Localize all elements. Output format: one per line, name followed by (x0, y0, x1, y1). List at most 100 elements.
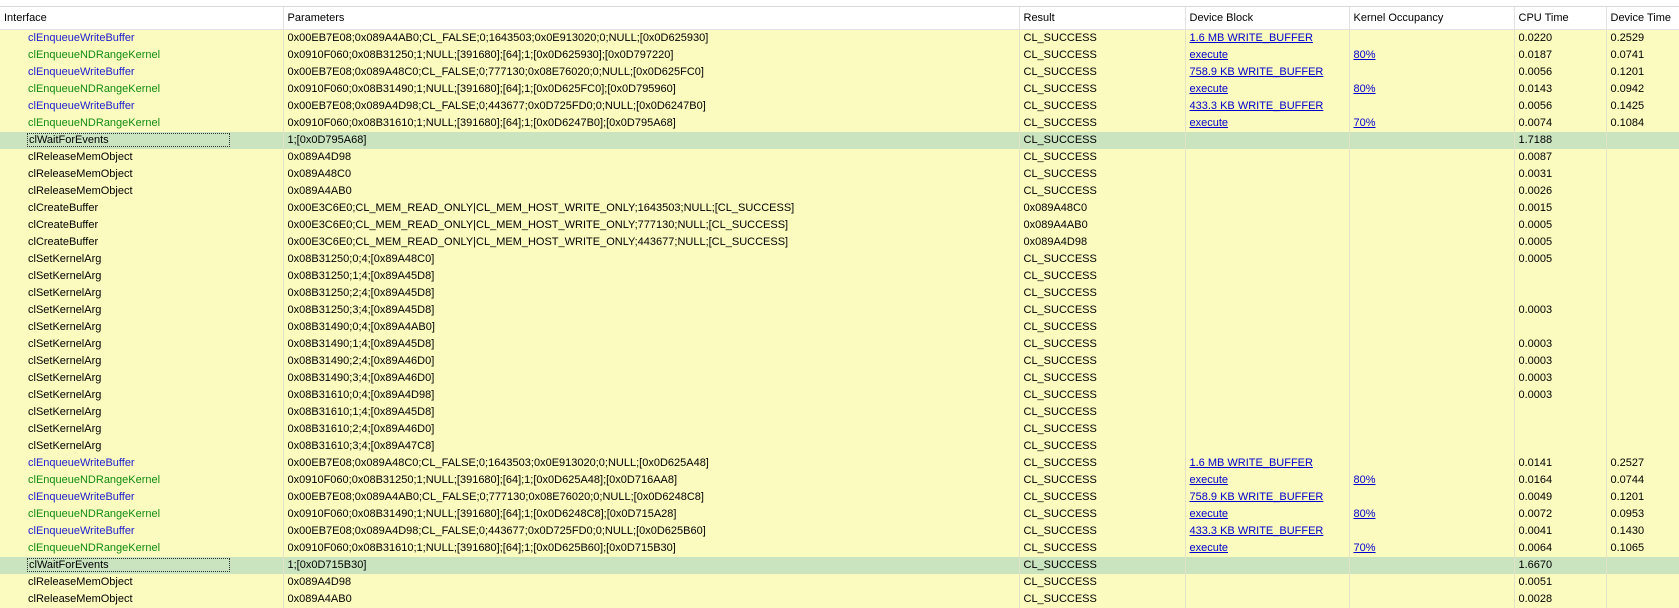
cell-device-time: 0.1084 (1606, 115, 1679, 132)
cell-kernel-occupancy: 80% (1349, 506, 1514, 523)
header-parameters[interactable]: Parameters (283, 7, 1019, 30)
table-row[interactable]: clEnqueueNDRangeKernel0x0910F060;0x08B31… (0, 540, 1679, 557)
table-row[interactable]: clCreateBuffer0x00E3C6E0;CL_MEM_READ_ONL… (0, 234, 1679, 251)
device-block-link[interactable]: execute (1190, 542, 1229, 554)
device-block-link[interactable]: execute (1190, 83, 1229, 95)
table-row[interactable]: clEnqueueWriteBuffer0x00EB7E08;0x089A48C… (0, 455, 1679, 472)
device-block-link[interactable]: 1.6 MB WRITE_BUFFER (1190, 457, 1313, 469)
device-block-link[interactable]: 1.6 MB WRITE_BUFFER (1190, 32, 1313, 44)
table-row[interactable]: clEnqueueNDRangeKernel0x0910F060;0x08B31… (0, 81, 1679, 98)
table-row[interactable]: clEnqueueNDRangeKernel 0x0910F060;0x08B31… (0, 115, 1679, 132)
cell-device-time: 0.0942 (1606, 81, 1679, 98)
cell-kernel-occupancy (1349, 404, 1514, 421)
table-row[interactable]: clReleaseMemObject0x089A4AB0CL_SUCCESS0.… (0, 183, 1679, 200)
cell-parameters: 0x08B31490;0;4;[0x89A4AB0] (283, 319, 1019, 336)
cell-device-time (1606, 166, 1679, 183)
cell-interface: clReleaseMemObject (0, 166, 283, 183)
table-row[interactable]: clReleaseMemObject0x089A4AB0CL_SUCCESS0.… (0, 591, 1679, 608)
table-row[interactable]: clReleaseMemObject0x089A48C0CL_SUCCESS0.… (0, 166, 1679, 183)
device-block-link[interactable]: execute (1190, 49, 1229, 61)
table-row[interactable]: clEnqueueNDRangeKernel0x0910F060;0x08B31… (0, 472, 1679, 489)
cell-device-time (1606, 149, 1679, 166)
cell-parameters: 0x00EB7E08;0x089A4AB0;CL_FALSE;0;777130;… (283, 489, 1019, 506)
table-row[interactable]: clSetKernelArg0x08B31250;2;4;[0x89A45D8]… (0, 285, 1679, 302)
cell-device-block (1185, 404, 1349, 421)
table-row[interactable]: clSetKernelArg0x08B31610;1;4;[0x89A45D8]… (0, 404, 1679, 421)
interface-name: clWaitForEvents (28, 559, 229, 571)
kernel-occupancy-link[interactable]: 80% (1354, 49, 1376, 61)
device-block-link[interactable]: execute (1190, 508, 1229, 520)
kernel-occupancy-link[interactable]: 70% (1354, 542, 1376, 554)
cell-device-time (1606, 404, 1679, 421)
device-block-link[interactable]: execute (1190, 117, 1229, 129)
table-row[interactable]: clSetKernelArg0x08B31490;1;4;[0x89A45D8]… (0, 336, 1679, 353)
kernel-occupancy-link[interactable]: 80% (1354, 83, 1376, 95)
cell-cpu-time: 0.0003 (1514, 387, 1606, 404)
device-block-link[interactable]: 758.9 KB WRITE_BUFFER (1190, 491, 1324, 503)
kernel-occupancy-link[interactable]: 80% (1354, 474, 1376, 486)
table-row[interactable]: clCreateBuffer0x00E3C6E0;CL_MEM_READ_ONL… (0, 200, 1679, 217)
cell-cpu-time (1514, 285, 1606, 302)
table-row[interactable]: clSetKernelArg0x08B31610;0;4;[0x89A4D98]… (0, 387, 1679, 404)
interface-name: clEnqueueNDRangeKernel (28, 83, 160, 95)
cell-result: CL_SUCCESS (1019, 268, 1185, 285)
kernel-occupancy-link[interactable]: 70% (1354, 117, 1376, 129)
interface-name: clEnqueueNDRangeKernel (28, 117, 160, 129)
cell-parameters: 0x0910F060;0x08B31610;1;NULL;[391680];[6… (283, 115, 1019, 132)
interface-name: clReleaseMemObject (28, 168, 133, 180)
cell-kernel-occupancy (1349, 234, 1514, 251)
table-row[interactable]: clSetKernelArg0x08B31490;2;4;[0x89A46D0]… (0, 353, 1679, 370)
cell-device-block (1185, 149, 1349, 166)
cell-cpu-time: 1.7188 (1514, 132, 1606, 149)
cell-device-time (1606, 387, 1679, 404)
table-row[interactable]: clSetKernelArg0x08B31250;1;4;[0x89A45D8]… (0, 268, 1679, 285)
table-row[interactable]: clEnqueueNDRangeKernel0x0910F060;0x08B31… (0, 506, 1679, 523)
table-row[interactable]: clSetKernelArg0x08B31250;0;4;[0x89A48C0]… (0, 251, 1679, 268)
cell-device-time (1606, 438, 1679, 455)
device-block-link[interactable]: 758.9 KB WRITE_BUFFER (1190, 66, 1324, 78)
table-row[interactable]: clSetKernelArg0x08B31610;3;4;[0x89A47C8]… (0, 438, 1679, 455)
device-block-link[interactable]: execute (1190, 474, 1229, 486)
cell-cpu-time: 0.0026 (1514, 183, 1606, 200)
cell-interface: clReleaseMemObject (0, 591, 283, 608)
table-row[interactable]: clReleaseMemObject0x089A4D98CL_SUCCESS0.… (0, 149, 1679, 166)
cell-cpu-time: 0.0015 (1514, 200, 1606, 217)
header-result[interactable]: Result (1019, 7, 1185, 30)
header-cpu-time[interactable]: CPU Time (1514, 7, 1606, 30)
cell-device-block: execute (1185, 81, 1349, 98)
table-row[interactable]: clEnqueueWriteBuffer0x00EB7E08;0x089A4AB… (0, 489, 1679, 506)
device-block-link[interactable]: 433.3 KB WRITE_BUFFER (1190, 100, 1324, 112)
interface-name: clCreateBuffer (28, 236, 98, 248)
table-row[interactable]: clSetKernelArg0x08B31250;3;4;[0x89A45D8]… (0, 302, 1679, 319)
kernel-occupancy-link[interactable]: 80% (1354, 508, 1376, 520)
table-row[interactable]: clReleaseMemObject0x089A4D98CL_SUCCESS0.… (0, 574, 1679, 591)
header-interface[interactable]: Interface (0, 7, 283, 30)
table-row[interactable]: clEnqueueWriteBuffer0x00EB7E08;0x089A4D9… (0, 523, 1679, 540)
table-row[interactable]: clSetKernelArg0x08B31490;0;4;[0x89A4AB0]… (0, 319, 1679, 336)
cell-device-block (1185, 319, 1349, 336)
cell-device-block (1185, 234, 1349, 251)
table-row[interactable]: clEnqueueWriteBuffer0x00EB7E08;0x089A4D9… (0, 98, 1679, 115)
table-row[interactable]: clEnqueueWriteBuffer0x00EB7E08;0x089A4AB… (0, 30, 1679, 48)
cell-device-time (1606, 268, 1679, 285)
table-row[interactable]: clWaitForEvents1;[0x0D715B30]CL_SUCCESS1… (0, 557, 1679, 574)
table-row[interactable]: clSetKernelArg0x08B31490;3;4;[0x89A46D0]… (0, 370, 1679, 387)
cell-result: CL_SUCCESS (1019, 285, 1185, 302)
table-row[interactable]: clSetKernelArg0x08B31610;2;4;[0x89A46D0]… (0, 421, 1679, 438)
cell-kernel-occupancy (1349, 421, 1514, 438)
cell-result: 0x089A4AB0 (1019, 217, 1185, 234)
table-row[interactable]: clCreateBuffer0x00E3C6E0;CL_MEM_READ_ONL… (0, 217, 1679, 234)
header-device-time[interactable]: Device Time (1606, 7, 1679, 30)
cell-cpu-time (1514, 438, 1606, 455)
interface-name: clEnqueueNDRangeKernel (28, 49, 160, 61)
header-kernel-occupancy[interactable]: Kernel Occupancy (1349, 7, 1514, 30)
table-row[interactable]: clEnqueueNDRangeKernel0x0910F060;0x08B31… (0, 47, 1679, 64)
cell-device-time: 0.0741 (1606, 47, 1679, 64)
table-row[interactable]: clWaitForEvents1;[0x0D795A68]CL_SUCCESS1… (0, 132, 1679, 149)
header-device-block[interactable]: Device Block (1185, 7, 1349, 30)
device-block-link[interactable]: 433.3 KB WRITE_BUFFER (1190, 525, 1324, 537)
table-row[interactable]: clEnqueueWriteBuffer0x00EB7E08;0x089A48C… (0, 64, 1679, 81)
cell-cpu-time: 0.0041 (1514, 523, 1606, 540)
cell-cpu-time: 0.0005 (1514, 234, 1606, 251)
interface-name: clSetKernelArg (28, 253, 101, 265)
